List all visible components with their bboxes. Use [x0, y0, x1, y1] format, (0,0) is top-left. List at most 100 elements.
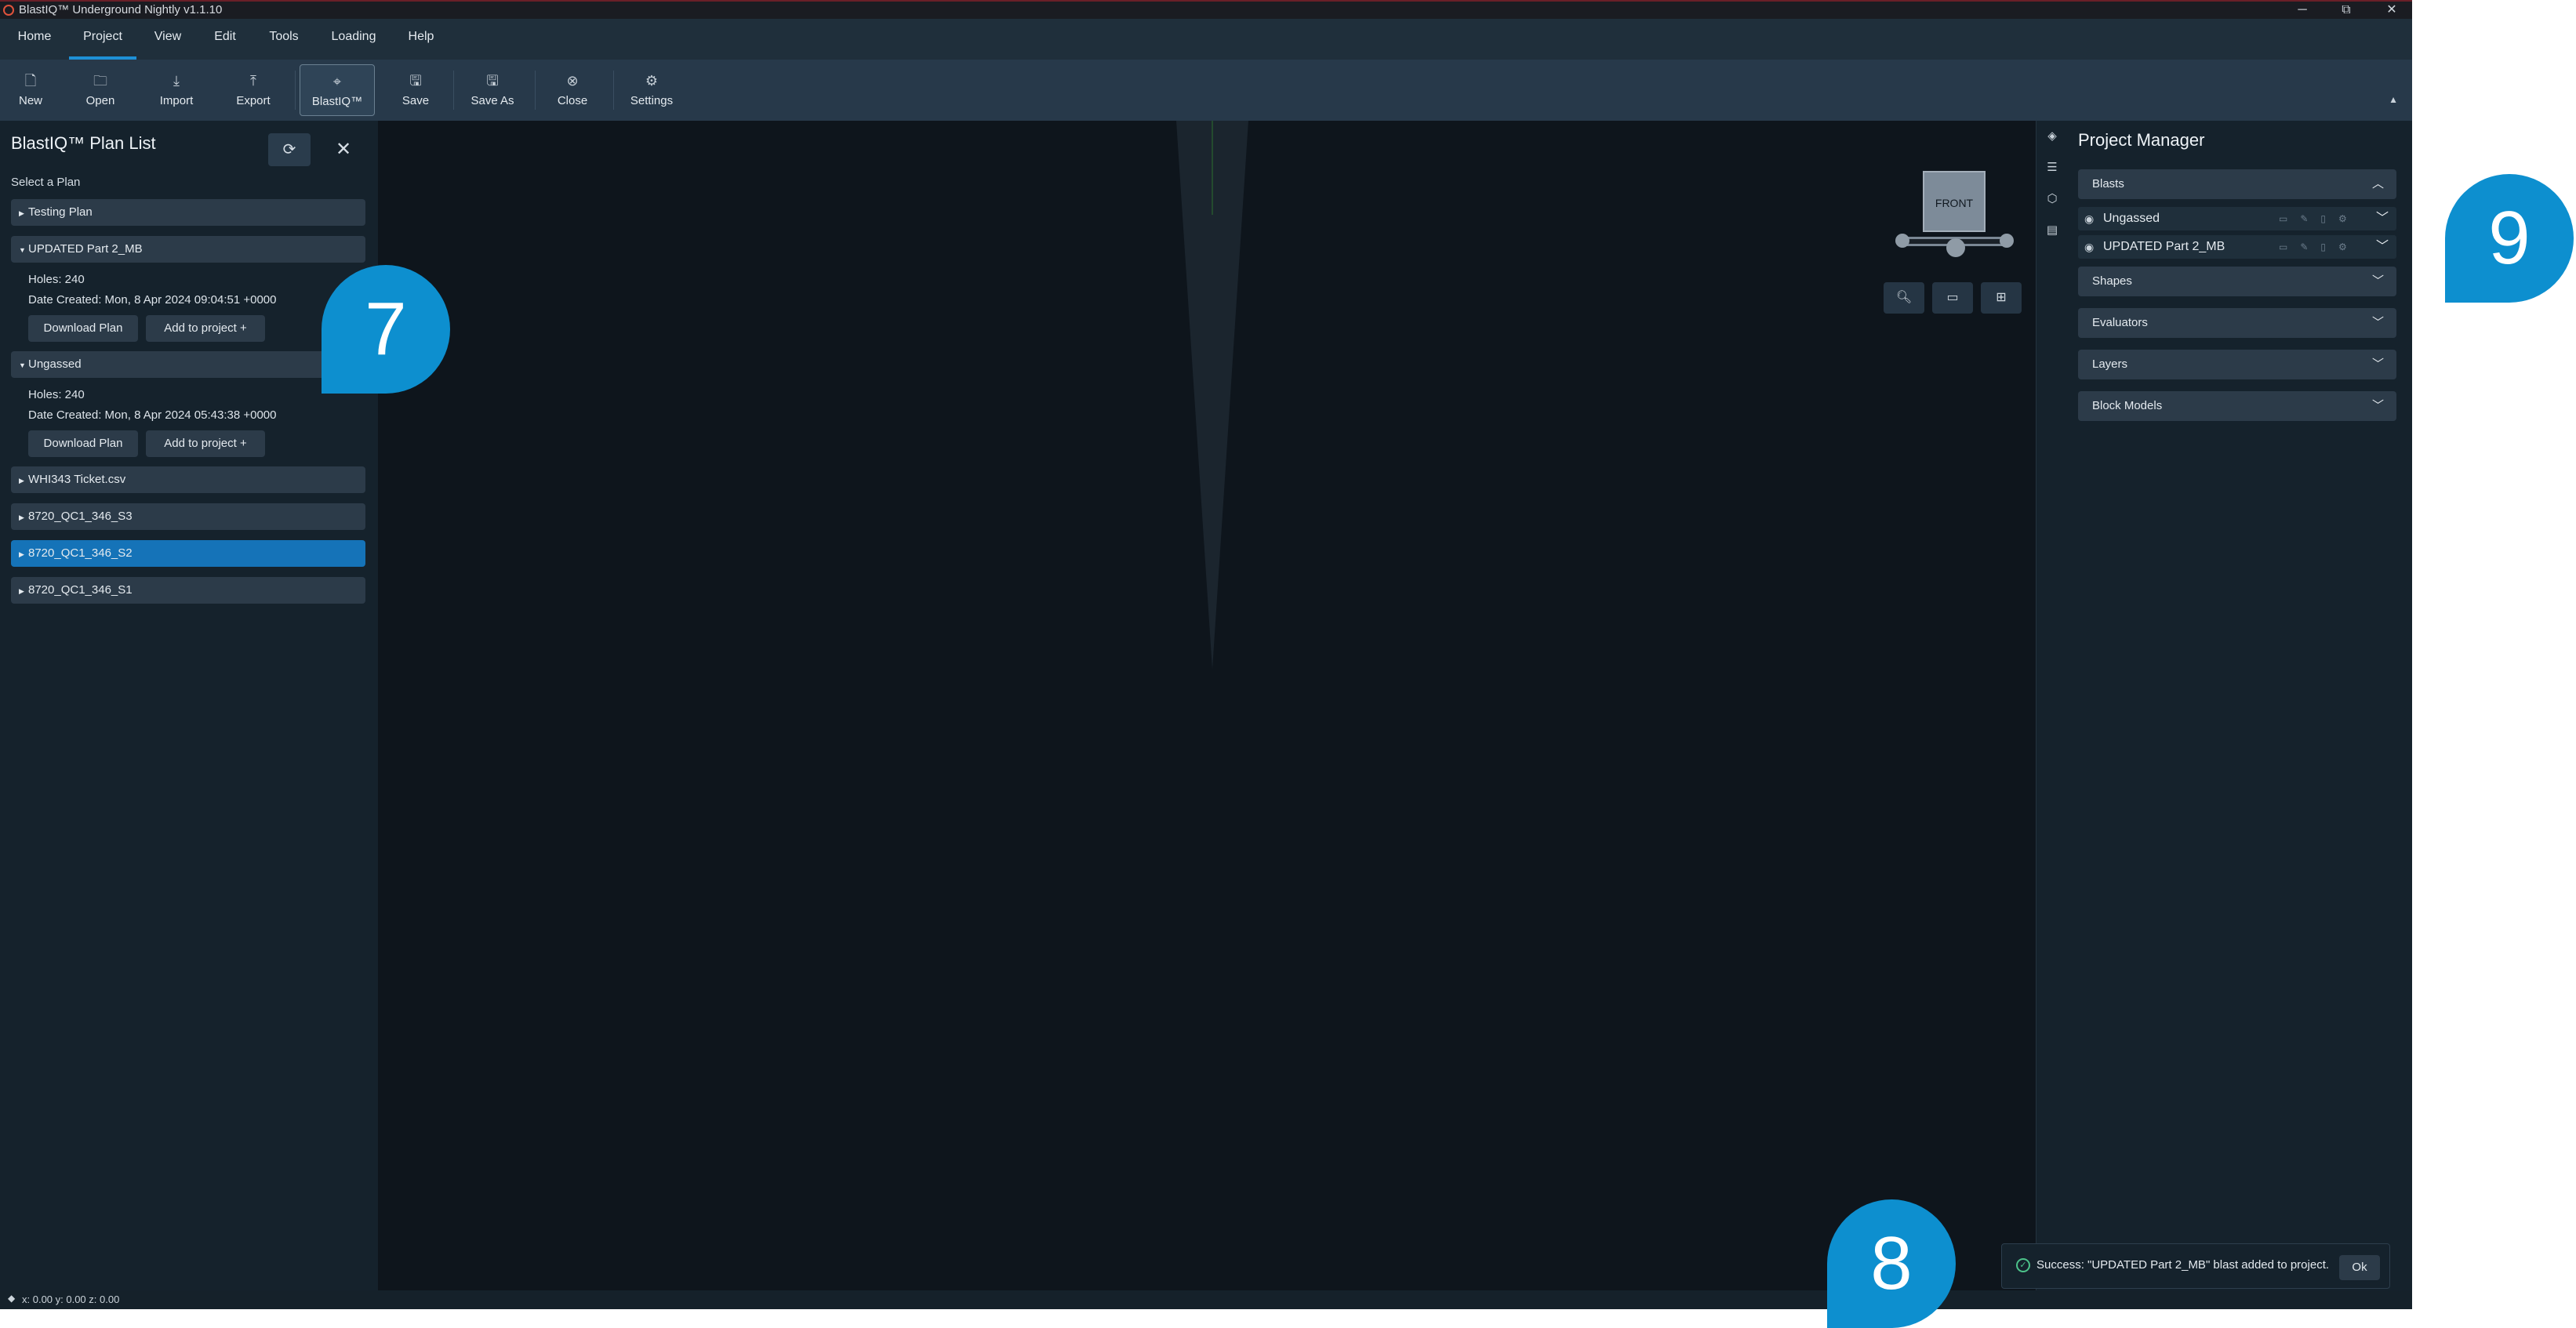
section-label: Shapes: [2092, 274, 2132, 288]
section-label: Evaluators: [2092, 316, 2148, 329]
id-card-icon[interactable]: ▤: [2044, 223, 2060, 238]
gizmo-handle-left[interactable]: [1895, 234, 1909, 248]
zoom-view-button[interactable]: 🔍︎: [1884, 282, 1924, 314]
layers-section-header[interactable]: Layers ﹀: [2078, 350, 2396, 379]
toolbar-divider: [295, 71, 296, 110]
plan-name: 8720_QC1_346_S2: [28, 546, 133, 560]
menu-help[interactable]: Help: [401, 19, 441, 60]
minimize-button[interactable]: ─: [2287, 2, 2318, 19]
folder-icon: 🗀: [93, 73, 107, 89]
blast-action-icons[interactable]: ▭✎▯⚙: [2279, 235, 2360, 259]
success-toast: ✓ Success: "UPDATED Part 2_MB" blast add…: [2001, 1243, 2390, 1289]
project-manager-panel: Project Manager Blasts ︿ ◉ Ungassed ▭✎▯⚙…: [2067, 121, 2412, 1309]
toast-ok-button[interactable]: Ok: [2339, 1255, 2380, 1280]
blastiq-button[interactable]: ⌖ BlastIQ™: [300, 64, 375, 116]
status-bar: ◆ x: 0.00 y: 0.00 z: 0.00: [0, 1290, 2412, 1309]
chevron-down-icon[interactable]: ﹀: [2376, 235, 2389, 259]
blast-row-ungassed[interactable]: ◉ Ungassed ▭✎▯⚙ ﹀: [2078, 207, 2396, 230]
toolbar-divider: [453, 71, 454, 110]
menu-edit[interactable]: Edit: [205, 19, 245, 60]
close-project-button[interactable]: ⊗ Close: [550, 64, 594, 116]
close-panel-button[interactable]: ✕: [328, 133, 359, 166]
eye-icon[interactable]: ◉: [2084, 207, 2094, 230]
plan-row-8720-qc1-346-s3[interactable]: ▶ 8720_QC1_346_S3: [11, 503, 365, 530]
search-icon: 🔍︎: [1895, 291, 1913, 304]
expanded-arrow-icon: ▼: [19, 361, 26, 369]
chevron-up-icon: ︿: [2371, 177, 2384, 190]
layers-icon[interactable]: ◈: [2044, 129, 2060, 144]
add-to-project-button[interactable]: Add to project +: [146, 430, 265, 457]
menu-tools[interactable]: Tools: [262, 19, 306, 60]
settings-button[interactable]: ⚙ Settings: [626, 64, 678, 116]
list-filter-icon[interactable]: ☰: [2044, 160, 2060, 176]
plan-row-ungassed[interactable]: ▼ Ungassed: [11, 351, 365, 378]
project-manager-title: Project Manager: [2078, 130, 2205, 150]
close-circle-icon: ⊗: [566, 73, 579, 89]
cube-icon[interactable]: ⬡: [2044, 191, 2060, 207]
plan-row-whi343-ticket[interactable]: ▶ WHI343 Ticket.csv: [11, 466, 365, 493]
evaluators-section-header[interactable]: Evaluators ﹀: [2078, 308, 2396, 338]
plan-row-updated-part-2-mb[interactable]: ▼ UPDATED Part 2_MB: [11, 236, 365, 263]
blastiq-icon: ⌖: [332, 74, 342, 89]
refresh-button[interactable]: ⟳: [268, 133, 311, 166]
add-to-project-button[interactable]: Add to project +: [146, 315, 265, 342]
menu-project[interactable]: Project: [69, 19, 136, 60]
close-label: Close: [557, 94, 588, 107]
gizmo-handle-right[interactable]: [2000, 234, 2014, 248]
orientation-gizmo-cube[interactable]: FRONT: [1923, 171, 1986, 232]
app-window: BlastIQ™ Underground Nightly v1.1.10 ─ ⧉…: [0, 0, 2412, 1309]
download-plan-button[interactable]: Download Plan: [28, 315, 138, 342]
collapsed-arrow-icon: ▶: [19, 513, 24, 521]
menu-view[interactable]: View: [147, 19, 188, 60]
menu-bar: Home Project View Edit Tools Loading Hel…: [0, 19, 2412, 60]
open-button[interactable]: 🗀 Open: [77, 64, 124, 116]
blast-name: UPDATED Part 2_MB: [2103, 240, 2225, 253]
import-button[interactable]: ⤓ Import: [149, 64, 204, 116]
toolbar-divider: [535, 71, 536, 110]
select-plan-label: Select a Plan: [11, 176, 81, 189]
refresh-icon: ⟳: [282, 141, 296, 158]
title-bar: BlastIQ™ Underground Nightly v1.1.10 ─ ⧉…: [0, 0, 2412, 19]
blast-action-icons[interactable]: ▭✎▯⚙: [2279, 207, 2360, 230]
check-circle-icon: ✓: [2016, 1258, 2030, 1272]
3d-viewport[interactable]: FRONT 🔍︎ ▭ ⊞: [378, 121, 2036, 1290]
shapes-section-header[interactable]: Shapes ﹀: [2078, 267, 2396, 296]
plan-row-testing-plan[interactable]: ▶ Testing Plan: [11, 199, 365, 226]
export-label: Export: [236, 94, 271, 107]
save-as-icon: 🖫: [486, 73, 499, 89]
toast-message: Success: "UPDATED Part 2_MB" blast added…: [2036, 1258, 2330, 1272]
callout-marker-7: 7: [322, 265, 450, 394]
plan-list-title: BlastIQ™ Plan List: [11, 133, 156, 153]
new-file-icon: 🗋: [24, 73, 37, 89]
plan-row-8720-qc1-346-s1[interactable]: ▶ 8720_QC1_346_S1: [11, 577, 365, 604]
download-plan-button[interactable]: Download Plan: [28, 430, 138, 457]
menu-home[interactable]: Home: [11, 19, 58, 60]
plan-holes: Holes: 240: [28, 273, 85, 286]
coordinate-readout: x: 0.00 y: 0.00 z: 0.00: [22, 1294, 120, 1305]
close-window-button[interactable]: ✕: [2376, 2, 2407, 19]
menu-loading[interactable]: Loading: [325, 19, 383, 60]
save-as-button[interactable]: 🖫 Save As: [466, 64, 519, 116]
export-button[interactable]: ⤒ Export: [227, 64, 279, 116]
eye-icon[interactable]: ◉: [2084, 235, 2094, 259]
plan-date-created: Date Created: Mon, 8 Apr 2024 05:43:38 +…: [28, 408, 277, 422]
new-button[interactable]: 🗋 New: [8, 64, 53, 116]
plan-list-panel: BlastIQ™ Plan List ⟳ ✕ Select a Plan ▶ Te…: [0, 121, 378, 1309]
toolbar-divider: [613, 71, 614, 110]
plan-name: 8720_QC1_346_S3: [28, 510, 133, 523]
chevron-down-icon: ﹀: [2371, 316, 2384, 329]
restore-button[interactable]: ⧉: [2331, 2, 2362, 19]
collapse-ribbon-icon[interactable]: ▲: [2389, 94, 2398, 105]
app-logo-icon: [3, 5, 14, 16]
new-label: New: [18, 94, 42, 107]
block-models-section-header[interactable]: Block Models ﹀: [2078, 391, 2396, 421]
camera-view-button[interactable]: ▭: [1932, 282, 1973, 314]
blast-row-updated-part-2-mb[interactable]: ◉ UPDATED Part 2_MB ▭✎▯⚙ ﹀: [2078, 235, 2396, 259]
chevron-down-icon[interactable]: ﹀: [2376, 207, 2389, 230]
grid-view-button[interactable]: ⊞: [1981, 282, 2022, 314]
blasts-section-header[interactable]: Blasts ︿: [2078, 169, 2396, 199]
save-button[interactable]: 🖫 Save: [395, 64, 436, 116]
plan-row-8720-qc1-346-s2[interactable]: ▶ 8720_QC1_346_S2: [11, 540, 365, 567]
plan-name: UPDATED Part 2_MB: [28, 242, 143, 256]
gizmo-handle-center[interactable]: [1946, 238, 1965, 257]
